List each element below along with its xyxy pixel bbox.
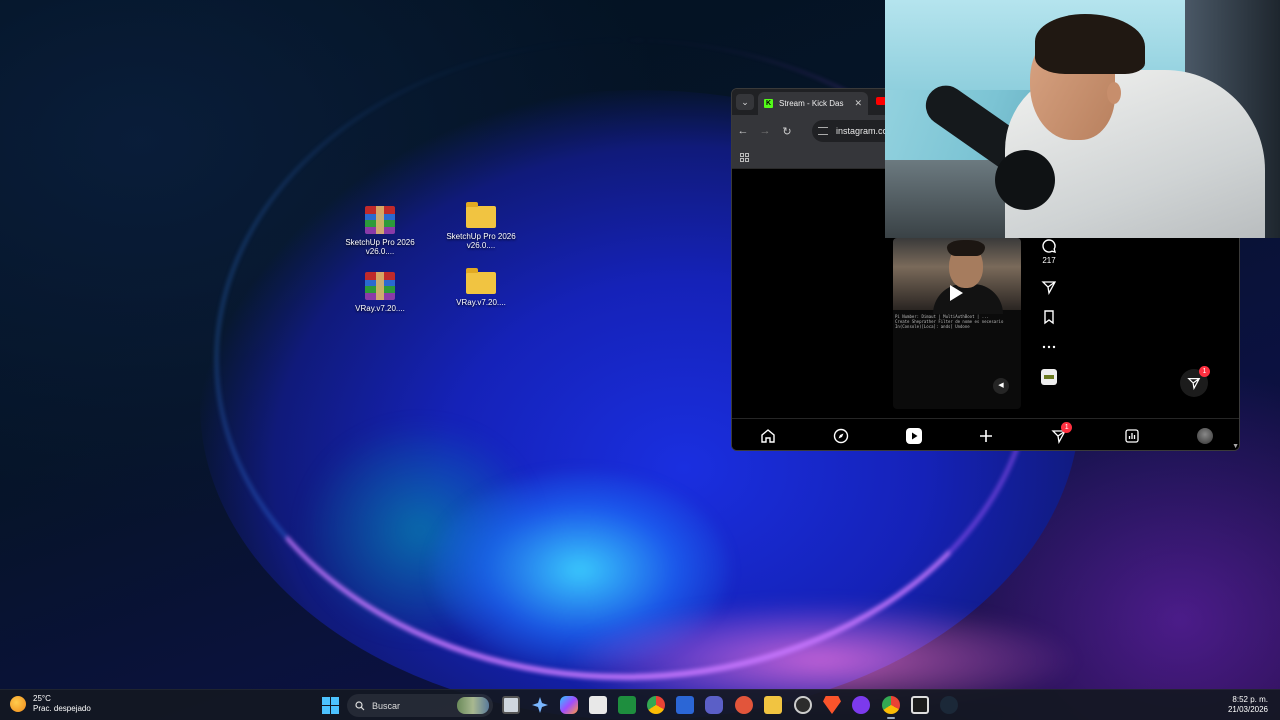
windows-start-icon[interactable] (322, 697, 339, 714)
teams-icon[interactable] (705, 696, 723, 714)
audio-track-button[interactable] (1039, 369, 1059, 385)
bookmark-icon (1044, 310, 1054, 325)
send-icon (1187, 378, 1201, 390)
comment-icon (1042, 239, 1056, 253)
github-icon[interactable] (794, 696, 812, 714)
reel-person-hair (947, 240, 985, 256)
nav-reels[interactable] (903, 425, 925, 447)
desktop-icon-vray-archive[interactable]: VRay.v7.20.... (345, 272, 415, 313)
site-settings-icon[interactable] (818, 127, 828, 135)
copilot-app-icon[interactable] (560, 696, 578, 714)
winrar-archive-icon (365, 206, 395, 234)
direct-messages-button[interactable]: 1 (1180, 366, 1210, 397)
volume-icon[interactable]: ◀︎ (993, 378, 1009, 394)
search-label: Buscar (372, 700, 401, 711)
desktop-icon-label: SketchUp Pro 2026 v26.0.... (446, 232, 516, 250)
nav-profile[interactable] (1194, 425, 1216, 447)
instagram-bottom-nav: 1 (732, 418, 1239, 450)
apps-grid-icon[interactable] (740, 153, 749, 162)
steam-icon[interactable] (940, 696, 958, 714)
webcam-overlay (885, 0, 1280, 238)
avatar (1196, 427, 1213, 444)
notification-badge: 1 (1061, 421, 1073, 433)
send-icon (1041, 281, 1057, 295)
reel-caption-line: In(Console)[Loca]: ands[ Undone (895, 324, 970, 329)
reel-person-body (933, 284, 1003, 314)
system-clock[interactable]: 8:52 p. m. 21/03/2026 (1228, 695, 1268, 715)
clock-time: 8:52 p. m. (1232, 695, 1268, 704)
brave-icon[interactable] (823, 696, 841, 714)
capcut-icon[interactable] (911, 696, 929, 714)
webcam-person-ear (1107, 82, 1121, 104)
app-red-circle-icon[interactable] (735, 696, 753, 714)
comment-count: 217 (1042, 256, 1056, 265)
reel-caption: Pi Number: Dimaut | MultiAuthBoot | ... … (895, 314, 1019, 329)
plus-icon (980, 429, 993, 442)
desktop-icon-label: VRay.v7.20.... (355, 304, 405, 313)
copilot-sparkle-icon[interactable] (531, 696, 549, 714)
more-options-button[interactable] (1039, 339, 1059, 355)
compass-icon (833, 428, 849, 443)
nav-create[interactable] (975, 425, 997, 447)
reels-icon (905, 427, 922, 444)
tab-search-button[interactable]: ⌄ (736, 94, 754, 110)
reel-actions: 217 (1039, 238, 1059, 399)
comment-button[interactable]: 217 (1039, 238, 1059, 265)
taskbar-search[interactable]: Buscar (347, 694, 493, 717)
desktop-icon-sketchup-folder[interactable]: SketchUp Pro 2026 v26.0.... (446, 202, 516, 250)
scroll-down-arrow-icon[interactable]: ▼ (1232, 443, 1239, 450)
save-button[interactable] (1039, 309, 1059, 325)
desktop-icon-vray-folder[interactable]: VRay.v7.20.... (446, 268, 516, 307)
clock-date: 21/03/2026 (1227, 705, 1268, 714)
close-icon[interactable]: ✕ (854, 98, 862, 109)
folder-icon (466, 268, 496, 294)
play-icon[interactable] (950, 285, 963, 301)
desktop-icon-label: SketchUp Pro 2026 v26.0.... (345, 238, 415, 256)
weather-temperature: 25°C (33, 694, 51, 703)
chrome-active-icon[interactable] (882, 696, 900, 719)
weather-sun-icon (10, 696, 26, 712)
insights-icon (1125, 428, 1139, 443)
weather-widget[interactable]: 25°C Prac. despejado (10, 694, 91, 714)
task-view-icon[interactable] (502, 696, 520, 714)
purple-app-icon[interactable] (852, 696, 870, 714)
audio-thumbnail-icon (1041, 369, 1057, 385)
notification-badge: 1 (1199, 366, 1210, 377)
file-explorer-icon[interactable] (764, 696, 782, 714)
back-arrow-icon[interactable]: ← (732, 125, 754, 137)
outlook-icon[interactable] (676, 696, 694, 714)
nav-explore[interactable] (830, 425, 852, 447)
nav-dashboard[interactable] (1121, 425, 1143, 447)
taskbar: 25°C Prac. despejado Buscar 8:52 p. m. 2… (0, 689, 1280, 720)
search-highlight-image (457, 697, 489, 714)
forward-arrow-icon[interactable]: → (754, 125, 776, 137)
more-icon (1042, 345, 1056, 349)
excel-icon[interactable] (618, 696, 636, 714)
webcam-microphone (995, 150, 1055, 210)
desktop-icon-sketchup-archive[interactable]: SketchUp Pro 2026 v26.0.... (345, 206, 415, 256)
search-icon (355, 700, 365, 710)
tab-title: Stream - Kick Das (779, 99, 844, 108)
chrome-icon[interactable] (647, 696, 665, 714)
share-button[interactable] (1039, 279, 1059, 295)
address-text: instagram.co (836, 126, 888, 136)
kick-logo-icon: K (764, 99, 773, 108)
weather-description: Prac. despejado (33, 704, 91, 713)
reload-icon[interactable]: ↻ (776, 125, 798, 138)
browser-tab-kick[interactable]: K Stream - Kick Das ✕ (758, 92, 868, 115)
reel-video[interactable]: Pi Number: Dimaut | MultiAuthBoot | ... … (893, 238, 1021, 409)
folder-icon (466, 202, 496, 228)
nav-messages[interactable]: 1 (1048, 421, 1073, 447)
desktop-icon-label: VRay.v7.20.... (456, 298, 506, 307)
nav-home[interactable] (757, 425, 779, 447)
home-icon (761, 428, 776, 443)
winrar-archive-icon (365, 272, 395, 300)
calendar-app-icon[interactable] (589, 696, 607, 714)
